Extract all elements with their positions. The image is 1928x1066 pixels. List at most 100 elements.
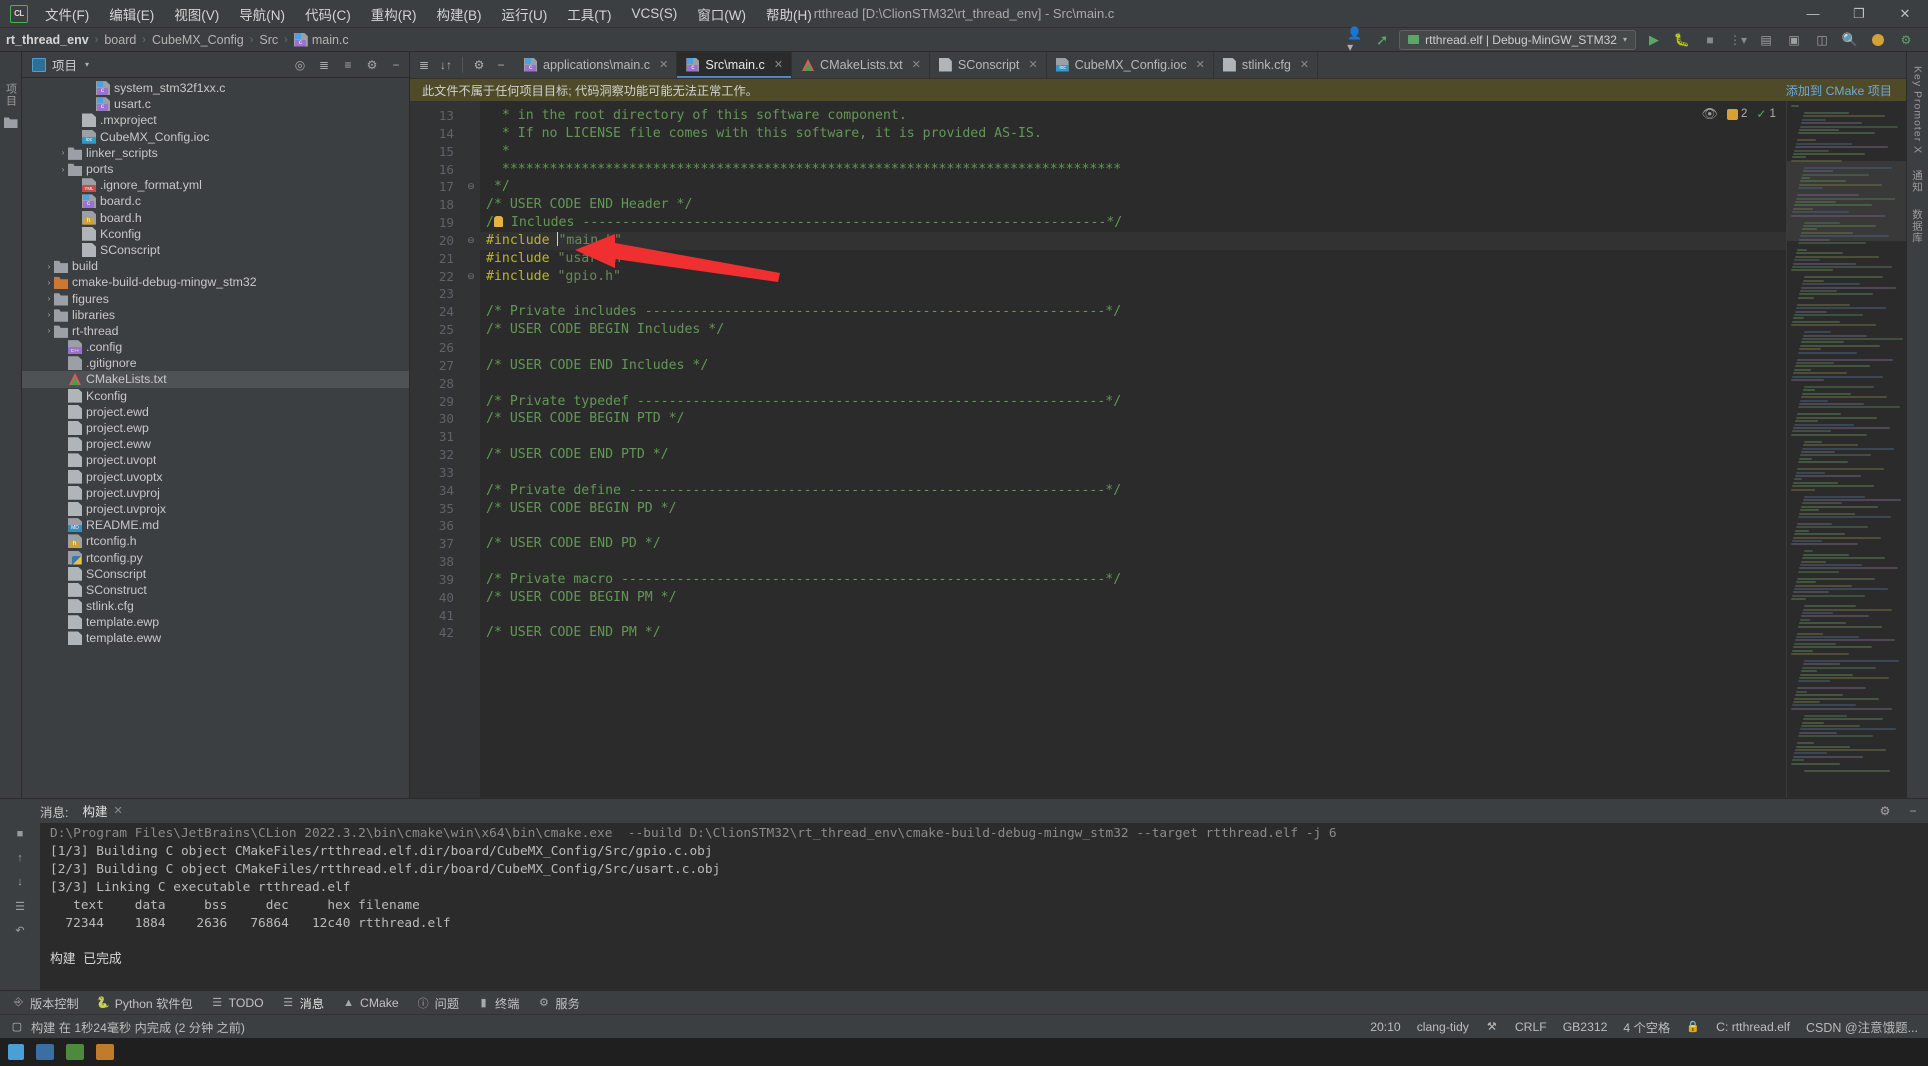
- fold-marker-icon[interactable]: ⊖: [462, 178, 480, 196]
- profiler-icon[interactable]: ▣: [1784, 30, 1804, 50]
- tree-row[interactable]: › SConstruct: [22, 582, 409, 598]
- expand-chevron-icon[interactable]: ›: [44, 294, 54, 303]
- code-line[interactable]: [480, 553, 1786, 571]
- chevron-down-icon[interactable]: ▾: [85, 60, 89, 69]
- menu-edit[interactable]: 编辑(E): [100, 1, 163, 27]
- indent-size[interactable]: 4 个空格: [1623, 1018, 1670, 1036]
- taskbar-app-icon[interactable]: [36, 1044, 54, 1060]
- editor-tab[interactable]: SConscript ✕: [930, 52, 1047, 78]
- tree-row[interactable]: › .ignore_format.yml: [22, 177, 409, 193]
- tree-row[interactable]: › project.ewd: [22, 404, 409, 420]
- hide-panel-icon[interactable]: −: [491, 55, 511, 75]
- code-line[interactable]: /* Private typedef ---------------------…: [480, 393, 1786, 411]
- breadcrumb-item-src[interactable]: Src: [259, 33, 278, 47]
- menu-tools[interactable]: 工具(T): [558, 1, 620, 27]
- eye-icon[interactable]: 👁: [1701, 106, 1718, 122]
- menu-build[interactable]: 构建(B): [428, 1, 491, 27]
- close-icon[interactable]: ✕: [1196, 58, 1205, 71]
- tool-messages[interactable]: ☰ 消息: [282, 994, 324, 1012]
- tool-todo[interactable]: ☰ TODO: [211, 996, 263, 1010]
- settings-icon[interactable]: ⚙: [365, 58, 379, 72]
- collapse-all-icon[interactable]: ↓↑: [436, 55, 456, 75]
- code-line[interactable]: [480, 339, 1786, 357]
- expand-all-icon[interactable]: ≣: [317, 58, 331, 72]
- tool-problems[interactable]: ⓘ 问题: [417, 994, 459, 1012]
- build-tab[interactable]: 构建 ✕: [82, 801, 122, 822]
- expand-chevron-icon[interactable]: ›: [58, 165, 68, 174]
- menu-file[interactable]: 文件(F): [36, 1, 98, 27]
- tool-services[interactable]: ⚙ 服务: [537, 994, 580, 1012]
- expand-chevron-icon[interactable]: ›: [44, 326, 54, 335]
- tool-cmake[interactable]: ▲ CMake: [342, 996, 399, 1010]
- code-line[interactable]: #include "main.h": [480, 231, 1786, 250]
- code-line[interactable]: /* Private macro -----------------------…: [480, 571, 1786, 589]
- code-line[interactable]: /* USER CODE END PD */: [480, 535, 1786, 553]
- code-line[interactable]: /* Private define ----------------------…: [480, 482, 1786, 500]
- close-icon[interactable]: ✕: [774, 58, 783, 71]
- breadcrumb-item-board[interactable]: board: [104, 33, 136, 47]
- code-line[interactable]: *: [480, 143, 1786, 161]
- search-icon[interactable]: 🔍: [1840, 30, 1860, 50]
- tool-vcs[interactable]: ⎆ 版本控制: [12, 994, 79, 1012]
- tree-row[interactable]: › usart.c: [22, 96, 409, 112]
- rail-item-key-promoter[interactable]: Key Promoter X: [1912, 66, 1924, 154]
- source-code-text[interactable]: * in the root directory of this software…: [480, 101, 1786, 798]
- expand-chevron-icon[interactable]: ›: [44, 310, 54, 319]
- code-line[interactable]: [480, 285, 1786, 303]
- code-line[interactable]: /* Private includes --------------------…: [480, 303, 1786, 321]
- tree-row[interactable]: › template.ewp: [22, 614, 409, 630]
- code-line[interactable]: #include "usart.h": [480, 250, 1786, 268]
- close-icon[interactable]: ✕: [1300, 58, 1309, 71]
- hide-panel-icon[interactable]: −: [1906, 804, 1920, 818]
- code-line[interactable]: * If no LICENSE file comes with this sof…: [480, 125, 1786, 143]
- settings-icon[interactable]: ⚙: [469, 55, 489, 75]
- menu-refactor[interactable]: 重构(R): [362, 1, 426, 27]
- git-branch[interactable]: C: rtthread.elf: [1716, 1020, 1790, 1034]
- tree-row[interactable]: › board.h: [22, 210, 409, 226]
- add-to-cmake-link[interactable]: 添加到 CMake 项目: [1786, 81, 1892, 99]
- tree-row[interactable]: › .gitignore: [22, 355, 409, 371]
- code-folding-gutter[interactable]: ⊖ ⊖ ⊖: [462, 101, 480, 798]
- breadcrumb-item-cubemx[interactable]: CubeMX_Config: [152, 33, 244, 47]
- soft-wrap-icon[interactable]: ↶: [13, 923, 27, 937]
- menu-help[interactable]: 帮助(H): [757, 1, 821, 27]
- intention-bulb-icon[interactable]: [493, 216, 503, 228]
- project-file-tree[interactable]: › system_stm32f1xx.c › usart.c › .mxproject › C…: [22, 78, 409, 798]
- build-console-output[interactable]: D:\Program Files\JetBrains\CLion 2022.3.…: [40, 823, 1928, 990]
- expand-all-icon[interactable]: ≣: [414, 55, 434, 75]
- tree-row[interactable]: › board.c: [22, 193, 409, 209]
- menu-window[interactable]: 窗口(W): [688, 1, 755, 27]
- maximize-button[interactable]: ❐: [1836, 0, 1882, 28]
- code-line[interactable]: /* USER CODE BEGIN Includes */: [480, 321, 1786, 339]
- taskbar-app-icon[interactable]: [66, 1044, 84, 1060]
- menu-view[interactable]: 视图(V): [165, 1, 228, 27]
- rail-item-database[interactable]: 数据库: [1910, 209, 1925, 244]
- menu-navigate[interactable]: 导航(N): [230, 1, 294, 27]
- tree-row[interactable]: › rtconfig.py: [22, 549, 409, 565]
- expand-chevron-icon[interactable]: ›: [44, 278, 54, 287]
- lock-icon[interactable]: 🔒: [1686, 1020, 1700, 1034]
- code-editor[interactable]: 13 14 15 16 17 18 19 20 21 22 23 24 25 26 27 28 29 30 31 32…: [410, 101, 1906, 798]
- tree-row[interactable]: › cmake-build-debug-mingw_stm32: [22, 274, 409, 290]
- tree-row[interactable]: › project.uvprojx: [22, 501, 409, 517]
- tree-row[interactable]: › CMakeLists.txt: [22, 371, 409, 388]
- tree-row[interactable]: › template.eww: [22, 630, 409, 646]
- tree-row[interactable]: › README.md: [22, 517, 409, 533]
- tree-row[interactable]: › rt-thread: [22, 323, 409, 339]
- tree-row[interactable]: › project.uvopt: [22, 452, 409, 468]
- tree-row[interactable]: › linker_scripts: [22, 145, 409, 161]
- tree-row[interactable]: › CubeMX_Config.ioc: [22, 129, 409, 145]
- tree-row[interactable]: › system_stm32f1xx.c: [22, 80, 409, 96]
- tool-python-packages[interactable]: 🐍 Python 软件包: [96, 994, 192, 1012]
- code-line[interactable]: [480, 517, 1786, 535]
- scroll-up-icon[interactable]: ↑: [13, 851, 27, 865]
- tree-row[interactable]: › project.ewp: [22, 420, 409, 436]
- code-line[interactable]: /* USER CODE END PTD */: [480, 446, 1786, 464]
- code-line[interactable]: [480, 428, 1786, 446]
- hide-panel-icon[interactable]: −: [389, 58, 403, 72]
- code-line[interactable]: */: [480, 178, 1786, 196]
- tree-row[interactable]: › build: [22, 258, 409, 274]
- code-line[interactable]: [480, 607, 1786, 625]
- scroll-down-icon[interactable]: ↓: [13, 875, 27, 889]
- tree-row[interactable]: › Kconfig: [22, 388, 409, 404]
